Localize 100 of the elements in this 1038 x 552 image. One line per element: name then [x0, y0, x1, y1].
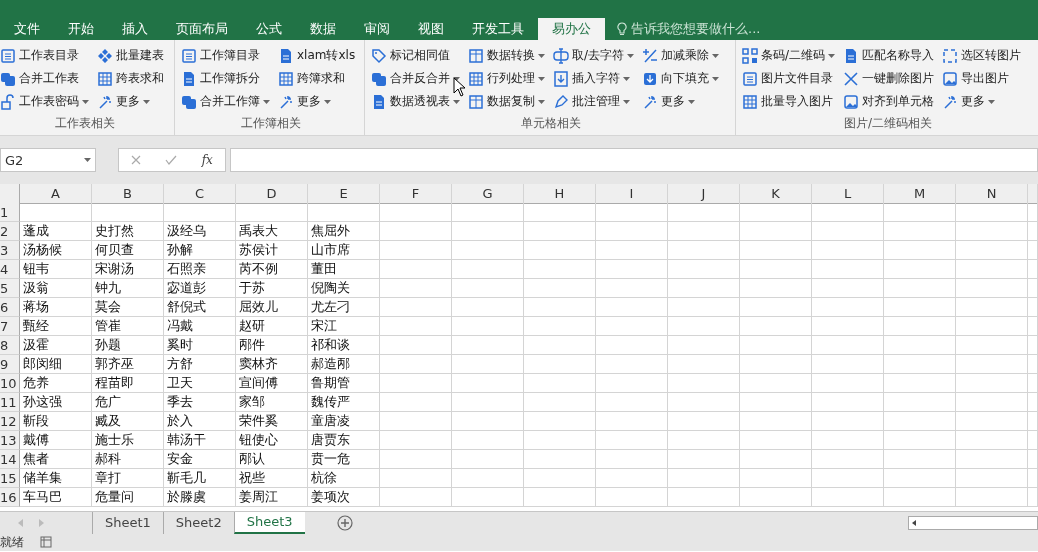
row-header[interactable]: 4 — [0, 260, 20, 279]
table-cell: 汲经乌 — [164, 222, 236, 241]
column-header[interactable]: K — [740, 184, 812, 204]
row-header[interactable]: 16 — [0, 488, 20, 507]
add-sheet-icon[interactable] — [336, 514, 353, 531]
ribbon-button[interactable]: 合并工作簿 — [181, 90, 272, 113]
column-header[interactable]: M — [884, 184, 956, 204]
column-header[interactable]: F — [380, 184, 452, 204]
ribbon-button[interactable]: 对齐到单元格 — [843, 90, 937, 113]
insert-function-button[interactable]: fx — [201, 153, 213, 167]
row-header[interactable]: 15 — [0, 469, 20, 488]
ribbon-button[interactable]: xlam转xls — [278, 44, 358, 67]
ribbon-button[interactable]: 数据复制 — [468, 90, 547, 113]
ribbon-button[interactable]: 工作表密码 — [0, 90, 91, 113]
column-header[interactable]: J — [668, 184, 740, 204]
row-header[interactable]: 6 — [0, 298, 20, 317]
column-header[interactable]: I — [596, 184, 668, 204]
row-header[interactable]: 7 — [0, 317, 20, 336]
empty-cell — [812, 222, 884, 241]
ribbon-button[interactable]: 条码/二维码 — [742, 44, 838, 67]
ribbon-button[interactable]: 导出图片 — [942, 67, 1024, 90]
empty-cell — [812, 279, 884, 298]
ribbon-tab[interactable]: 开始 — [54, 18, 108, 40]
ribbon-button[interactable]: 选区转图片 — [942, 44, 1024, 67]
row-header[interactable]: 8 — [0, 336, 20, 355]
column-header[interactable]: A — [20, 184, 92, 204]
row-header[interactable]: 14 — [0, 450, 20, 469]
ribbon-tab[interactable]: 公式 — [242, 18, 296, 40]
ribbon-button[interactable]: 匹配名称导入 — [843, 44, 937, 67]
ribbon-tab[interactable]: 易办公 — [538, 18, 605, 40]
table-cell: 童唐凌 — [308, 412, 380, 431]
formula-input[interactable] — [230, 148, 1038, 172]
ribbon-button[interactable]: 行列处理 — [468, 67, 547, 90]
macro-record-icon[interactable] — [40, 536, 52, 548]
ribbon-button[interactable]: 向下填充 — [642, 67, 722, 90]
ribbon-tab[interactable]: 视图 — [404, 18, 458, 40]
ribbon-button[interactable]: 数据透视表 — [371, 90, 462, 113]
table-cell: 钟九 — [92, 279, 164, 298]
column-header[interactable]: E — [308, 184, 380, 204]
column-header[interactable]: H — [524, 184, 596, 204]
scroll-right-icon[interactable] — [38, 518, 44, 527]
table-cell: 赵研 — [236, 317, 308, 336]
row-header[interactable]: 1 — [0, 203, 20, 222]
row-header[interactable]: 11 — [0, 393, 20, 412]
ribbon-tab[interactable]: 数据 — [296, 18, 350, 40]
ribbon-button[interactable]: 更多 — [278, 90, 358, 113]
ribbon-button[interactable]: 更多 — [97, 90, 166, 113]
row-header[interactable]: 2 — [0, 222, 20, 241]
ribbon-button[interactable]: 一键删除图片 — [843, 67, 937, 90]
ribbon-button[interactable]: 批量建表 — [97, 44, 166, 67]
ribbon-button[interactable]: 更多 — [942, 90, 1024, 113]
check-icon[interactable] — [165, 155, 178, 165]
ribbon-button[interactable]: 插入字符 — [553, 67, 637, 90]
select-all-corner[interactable] — [0, 184, 20, 204]
column-header[interactable]: G — [452, 184, 524, 204]
column-header[interactable]: L — [812, 184, 884, 204]
ribbon-tab[interactable]: 审阅 — [350, 18, 404, 40]
ribbon-button[interactable]: 批量导入图片 — [742, 90, 838, 113]
row-header[interactable]: 3 — [0, 241, 20, 260]
column-header[interactable]: D — [236, 184, 308, 204]
ribbon-button[interactable]: 合并工作表 — [0, 67, 91, 90]
tell-me-field[interactable]: 告诉我您想要做什么... — [617, 18, 761, 40]
sheet-tab[interactable]: Sheet3 — [233, 511, 305, 534]
ribbon-button[interactable]: 跨簿求和 — [278, 67, 358, 90]
cancel-icon[interactable] — [131, 155, 142, 165]
table-cell: 郝造邴 — [308, 355, 380, 374]
ribbon-tab[interactable]: 插入 — [108, 18, 162, 40]
row-header[interactable]: 9 — [0, 355, 20, 374]
empty-cell — [380, 469, 452, 488]
ribbon-button[interactable]: 工作表目录 — [0, 44, 91, 67]
ribbon-button[interactable]: 图片文件目录 — [742, 67, 838, 90]
column-header[interactable]: N — [956, 184, 1028, 204]
ribbon-tab[interactable]: 页面布局 — [162, 18, 242, 40]
table-cell: 唐贾东 — [308, 431, 380, 450]
ribbon-button[interactable]: 数据转换 — [468, 44, 547, 67]
column-header[interactable]: B — [92, 184, 164, 204]
empty-cell — [1028, 355, 1038, 374]
column-header[interactable]: C — [164, 184, 236, 204]
ribbon-button[interactable]: 跨表求和 — [97, 67, 166, 90]
ribbon-button[interactable]: 工作簿拆分 — [181, 67, 272, 90]
ribbon-button[interactable]: 取/去字符 — [553, 44, 637, 67]
row-header[interactable]: 10 — [0, 374, 20, 393]
name-box[interactable]: G2 — [0, 148, 96, 172]
row-header[interactable]: 13 — [0, 431, 20, 450]
ribbon-button[interactable]: 工作簿目录 — [181, 44, 272, 67]
row-header[interactable]: 5 — [0, 279, 20, 298]
table-cell: 屈效儿 — [236, 298, 308, 317]
ribbon-button[interactable]: 更多 — [642, 90, 722, 113]
ribbon-button[interactable]: 批注管理 — [553, 90, 637, 113]
row-header[interactable]: 12 — [0, 412, 20, 431]
empty-cell — [884, 241, 956, 260]
empty-cell — [812, 412, 884, 431]
ribbon-button[interactable]: 加减乘除 — [642, 44, 722, 67]
ribbon-tab[interactable]: 开发工具 — [458, 18, 538, 40]
empty-cell — [308, 203, 380, 222]
empty-cell — [452, 241, 524, 260]
ribbon-button[interactable]: 标记相同值 — [371, 44, 462, 67]
horizontal-scrollbar[interactable] — [908, 515, 1038, 530]
ribbon-tab[interactable]: 文件 — [0, 18, 54, 40]
empty-cell — [596, 393, 668, 412]
